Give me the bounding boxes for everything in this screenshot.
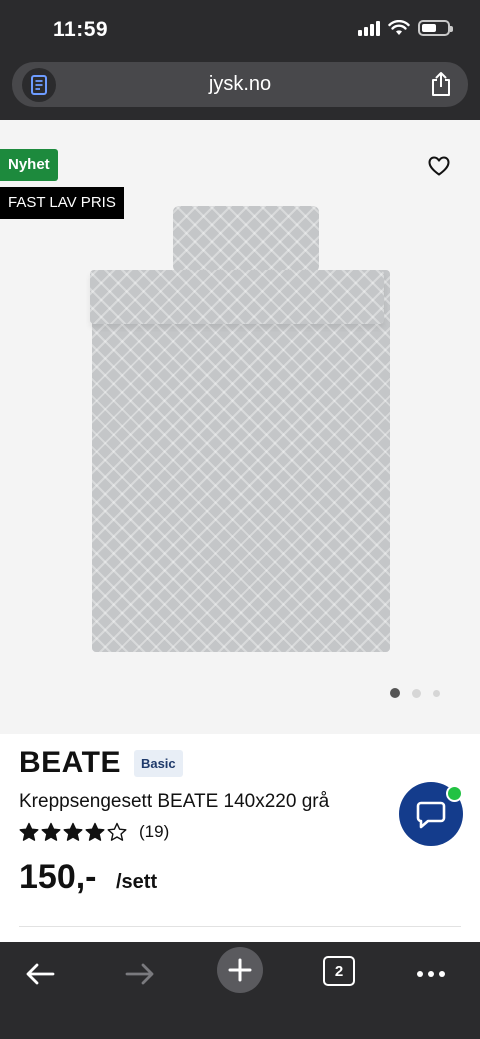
forward-button[interactable] xyxy=(118,950,162,998)
badge-new: Nyhet xyxy=(0,149,58,181)
pagination-dot[interactable] xyxy=(433,689,440,697)
plus-icon xyxy=(228,958,252,982)
star-empty-icon xyxy=(107,822,127,841)
product-image-pillow xyxy=(173,206,319,272)
product-tag: Basic xyxy=(133,749,183,777)
chat-online-indicator xyxy=(446,785,463,802)
new-tab-button[interactable] xyxy=(217,947,263,993)
battery-icon xyxy=(418,20,453,36)
back-button[interactable] xyxy=(18,950,62,998)
status-icons xyxy=(358,20,453,36)
image-pagination[interactable] xyxy=(390,688,440,698)
share-icon[interactable] xyxy=(430,71,452,97)
product-image-duvet xyxy=(92,270,390,652)
status-time: 11:59 xyxy=(53,18,109,41)
browser-toolbar: 2 xyxy=(0,942,480,1039)
star-filled-icon xyxy=(19,822,39,841)
price-unit: /sett xyxy=(116,871,158,893)
brand-row: BEATE Basic xyxy=(19,746,183,780)
wifi-icon xyxy=(388,20,410,35)
badge-fixed-low-price: FAST LAV PRIS xyxy=(0,187,124,219)
star-filled-icon xyxy=(85,822,105,841)
arrow-left-icon xyxy=(26,963,55,985)
url-bar[interactable]: jysk.no xyxy=(12,62,468,107)
pagination-dot[interactable] xyxy=(412,688,421,698)
more-button[interactable] xyxy=(414,950,448,998)
chat-bubble-icon xyxy=(416,801,446,829)
browser-top-chrome: 11:59 jysk.no xyxy=(0,0,480,120)
product-image-duvet-fold xyxy=(90,270,384,324)
pagination-dot[interactable] xyxy=(390,688,400,698)
product-price: 150,- xyxy=(19,858,97,896)
more-dots-icon xyxy=(417,971,445,977)
heart-icon[interactable] xyxy=(428,156,450,176)
product-brand: BEATE xyxy=(19,746,121,779)
cellular-signal-icon xyxy=(358,20,380,36)
divider xyxy=(19,926,461,927)
arrow-right-icon xyxy=(125,963,154,985)
rating-count[interactable]: (19) xyxy=(139,822,169,842)
product-image-gallery[interactable]: Nyhet FAST LAV PRIS xyxy=(0,120,480,734)
product-rating[interactable]: (19) xyxy=(19,822,169,842)
url-text[interactable]: jysk.no xyxy=(12,73,468,96)
product-name: Kreppsengesett BEATE 140x220 grå xyxy=(19,791,330,812)
star-filled-icon xyxy=(63,822,83,841)
star-filled-icon xyxy=(41,822,61,841)
tabs-button[interactable]: 2 xyxy=(323,956,355,986)
